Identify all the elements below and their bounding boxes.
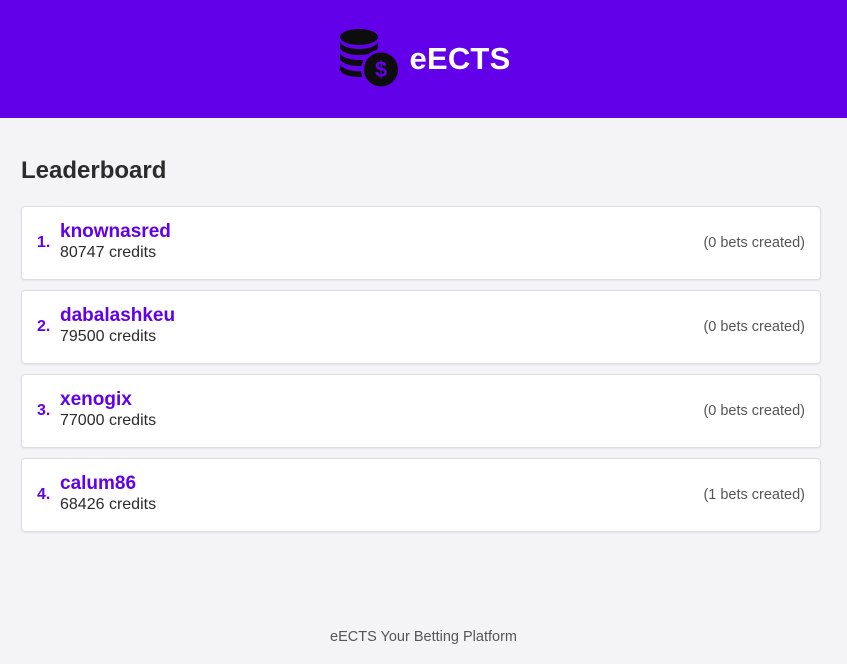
username[interactable]: xenogix — [60, 389, 703, 411]
user-info: calum86 68426 credits — [60, 473, 703, 515]
bets-created-count: (0 bets created) — [703, 403, 805, 419]
credits-value: 68426 credits — [60, 496, 157, 513]
app-title: eECTS — [409, 41, 511, 76]
user-info: dabalashkeu 79500 credits — [60, 305, 703, 347]
credits-value: 80747 credits — [60, 244, 157, 261]
svg-text:$: $ — [374, 57, 386, 82]
leaderboard-entry[interactable]: 3. xenogix 77000 credits (0 bets created… — [21, 374, 821, 448]
leaderboard-entry[interactable]: 1. knownasred 80747 credits (0 bets crea… — [21, 206, 821, 280]
rank-number: 2. — [37, 318, 51, 335]
user-info: knownasred 80747 credits — [60, 221, 703, 263]
username[interactable]: knownasred — [60, 221, 703, 243]
credits-value: 79500 credits — [60, 328, 157, 345]
rank-number: 3. — [37, 402, 51, 419]
footer: eECTS Your Betting Platform — [0, 629, 847, 645]
brand-link[interactable]: $ eECTS — [339, 28, 511, 90]
leaderboard-entry[interactable]: 2. dabalashkeu 79500 credits (0 bets cre… — [21, 290, 821, 364]
username[interactable]: calum86 — [60, 473, 703, 495]
leaderboard-list: 1. knownasred 80747 credits (0 bets crea… — [21, 206, 821, 532]
username[interactable]: dabalashkeu — [60, 305, 703, 327]
user-info: xenogix 77000 credits — [60, 389, 703, 431]
credits-value: 77000 credits — [60, 412, 157, 429]
bets-created-count: (1 bets created) — [703, 487, 805, 503]
rank-number: 4. — [37, 486, 51, 503]
bets-created-count: (0 bets created) — [703, 319, 805, 335]
leaderboard-entry[interactable]: 4. calum86 68426 credits (1 bets created… — [21, 458, 821, 532]
footer-text: eECTS Your Betting Platform — [330, 629, 517, 645]
page-title: Leaderboard — [21, 157, 167, 184]
rank-number: 1. — [37, 234, 51, 251]
leaderboard-section: Leaderboard 1. knownasred 80747 credits … — [0, 118, 847, 532]
bets-created-count: (0 bets created) — [703, 235, 805, 251]
app-header: $ eECTS — [0, 0, 847, 118]
coins-dollar-icon: $ — [339, 28, 401, 90]
